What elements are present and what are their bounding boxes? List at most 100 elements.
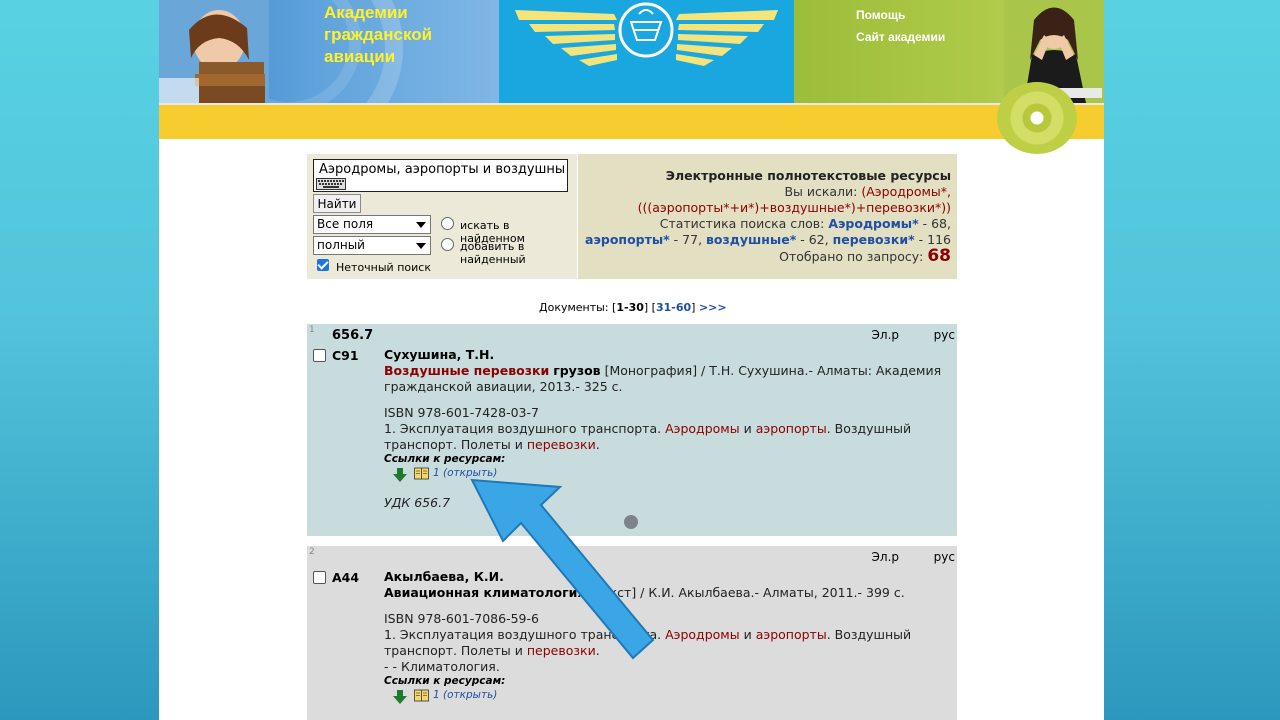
student-photo-left xyxy=(159,0,269,103)
record-author[interactable]: Акылбаева, К.И. xyxy=(384,569,950,585)
subject-highlight: аэропорты xyxy=(755,627,827,642)
record-body: Акылбаева, К.И. Авиационная климатология… xyxy=(384,569,950,705)
mouse-cursor-indicator xyxy=(624,515,638,529)
stat-word: воздушные* xyxy=(706,232,797,247)
resource-links-label: Ссылки к ресурсам: xyxy=(384,453,506,465)
results-info: Электронные полнотекстовые ресурсы Вы ис… xyxy=(581,168,951,265)
search-panel: Аэродромы, аэропорты и воздушны Найти Вс… xyxy=(307,154,957,279)
next-page-link[interactable]: 31-60 xyxy=(656,301,691,314)
resource-links: 1 (открыть) xyxy=(384,466,950,483)
subject-highlight: Аэродромы xyxy=(665,627,740,642)
subject-highlight: перевозки xyxy=(526,437,596,452)
chevron-down-icon xyxy=(416,222,426,228)
subject-prefix: 1. Эксплуатация воздушного транспорта. xyxy=(384,421,662,436)
resource-title: Электронные полнотекстовые ресурсы xyxy=(665,168,951,183)
fuzzy-search-checkbox[interactable] xyxy=(317,259,329,271)
record-select-checkbox[interactable] xyxy=(313,349,326,362)
add-to-found-radio[interactable] xyxy=(441,238,454,251)
mode-select[interactable]: полный xyxy=(313,236,431,255)
record-isbn: ISBN 978-601-7428-03-7 xyxy=(384,405,539,420)
stat-count: 77 xyxy=(682,232,699,247)
header-left-panel: Академии гражданской авиации xyxy=(159,0,499,103)
download-arrow-icon[interactable] xyxy=(393,468,407,482)
virtual-keyboard-icon[interactable] xyxy=(316,178,346,190)
stat-word: перевозки* xyxy=(832,232,915,247)
more-pages-link[interactable]: >>> xyxy=(699,301,727,314)
record-number: 2 xyxy=(309,547,315,557)
find-button[interactable]: Найти xyxy=(313,194,361,213)
chevron-down-icon xyxy=(416,243,426,249)
page: Академии гражданской авиации Помощь Сайт… xyxy=(159,0,1104,720)
record-title-line: Авиационная климатология [Текст] / К.И. … xyxy=(384,585,950,601)
record-select-checkbox[interactable] xyxy=(313,571,326,584)
query-part-2: (((аэропорты*+и*)+воздушные*)+перевозки*… xyxy=(637,200,951,215)
mode-select-value: полный xyxy=(317,238,365,252)
record-udc: 656.7 xyxy=(332,328,374,343)
academy-wings-emblem-icon xyxy=(515,2,778,66)
field-select-value: Все поля xyxy=(317,217,374,231)
help-link[interactable]: Помощь xyxy=(856,8,905,22)
resource-links-label: Ссылки к ресурсам: xyxy=(384,675,506,687)
record-title-line: Воздушные перевозки грузов [Монография] … xyxy=(384,363,950,395)
result-record: 1 656.7 Эл.р рус С91 Сухушина, Т.Н. Возд… xyxy=(307,324,957,536)
record-type: Эл.р xyxy=(871,550,899,564)
search-in-found-radio[interactable] xyxy=(441,217,454,230)
resource-links: 1 (открыть) xyxy=(384,688,950,705)
stat-word: Аэродромы* xyxy=(828,216,919,231)
academy-title-line: Академии xyxy=(324,3,408,22)
record-language: рус xyxy=(933,328,955,342)
academy-title: Академии гражданской авиации xyxy=(324,2,494,68)
open-book-icon[interactable] xyxy=(414,467,429,480)
selected-count: 68 xyxy=(927,246,951,266)
record-title-rest: грузов xyxy=(553,363,601,378)
record-extra-subject: - - Климатология. xyxy=(384,659,500,674)
selected-line: Отобрано по запросу: 68 xyxy=(581,248,951,265)
query-part-1: (Аэродромы*, xyxy=(861,184,951,199)
record-description: [Текст] / К.И. Акылбаева.- Алматы, 2011.… xyxy=(589,585,905,600)
record-subjects: 1. Эксплуатация воздушного транспорта. А… xyxy=(384,627,950,659)
subject-end: . xyxy=(595,437,600,452)
subject-and: и xyxy=(743,627,752,642)
header-banner: Академии гражданской авиации Помощь Сайт… xyxy=(159,0,1104,139)
result-record: 2 Эл.р рус А44 Акылбаева, К.И. Авиационн… xyxy=(307,546,957,720)
record-language: рус xyxy=(933,550,955,564)
subject-prefix: 1. Эксплуатация воздушного транспорта. xyxy=(384,627,662,642)
subject-and: и xyxy=(743,421,752,436)
academy-title-line: гражданской xyxy=(324,25,433,44)
pagination: Документы: [1-30] [31-60] >>> xyxy=(539,301,727,314)
open-book-icon[interactable] xyxy=(414,689,429,702)
stats-prefix: Статистика поиска слов: xyxy=(659,216,825,231)
record-isbn: ISBN 978-601-7086-59-6 xyxy=(384,611,539,626)
pagination-label: Документы: xyxy=(539,301,609,314)
search-form: Аэродромы, аэропорты и воздушны Найти Вс… xyxy=(307,154,577,279)
cd-disc-icon xyxy=(997,82,1077,154)
stats-line-1: Статистика поиска слов: Аэродромы* - 68, xyxy=(659,216,951,231)
subject-end: . xyxy=(595,643,600,658)
searched-prefix: Вы искали: xyxy=(784,184,858,199)
record-author[interactable]: Сухушина, Т.Н. xyxy=(384,347,950,363)
record-udk: УДК 656.7 xyxy=(384,495,451,510)
record-code: С91 xyxy=(332,348,359,363)
current-page: 1-30 xyxy=(616,301,644,314)
stat-count: 68 xyxy=(931,216,948,231)
stats-line-2: аэропорты* - 77, воздушные* - 62, перево… xyxy=(585,232,951,247)
stat-count: 62 xyxy=(808,232,825,247)
record-type: Эл.р xyxy=(871,328,899,342)
search-input[interactable]: Аэродромы, аэропорты и воздушны xyxy=(313,159,568,192)
open-resource-link[interactable]: 1 (открыть) xyxy=(433,689,497,701)
academy-title-line: авиации xyxy=(324,47,396,66)
record-subjects: 1. Эксплуатация воздушного транспорта. А… xyxy=(384,421,950,453)
record-body: Сухушина, Т.Н. Воздушные перевозки грузо… xyxy=(384,347,950,510)
field-select[interactable]: Все поля xyxy=(313,215,431,234)
yellow-strip xyxy=(159,103,1104,139)
record-code: А44 xyxy=(332,570,360,585)
record-title-highlight: Воздушные перевозки xyxy=(384,363,550,378)
subject-highlight: Аэродромы xyxy=(665,421,740,436)
academy-site-link[interactable]: Сайт академии xyxy=(856,30,945,44)
record-number: 1 xyxy=(309,325,315,335)
open-resource-link[interactable]: 1 (открыть) xyxy=(433,467,497,479)
download-arrow-icon[interactable] xyxy=(393,690,407,704)
header-emblem-panel xyxy=(499,0,794,103)
stat-count: 116 xyxy=(927,232,951,247)
subject-highlight: аэропорты xyxy=(755,421,827,436)
